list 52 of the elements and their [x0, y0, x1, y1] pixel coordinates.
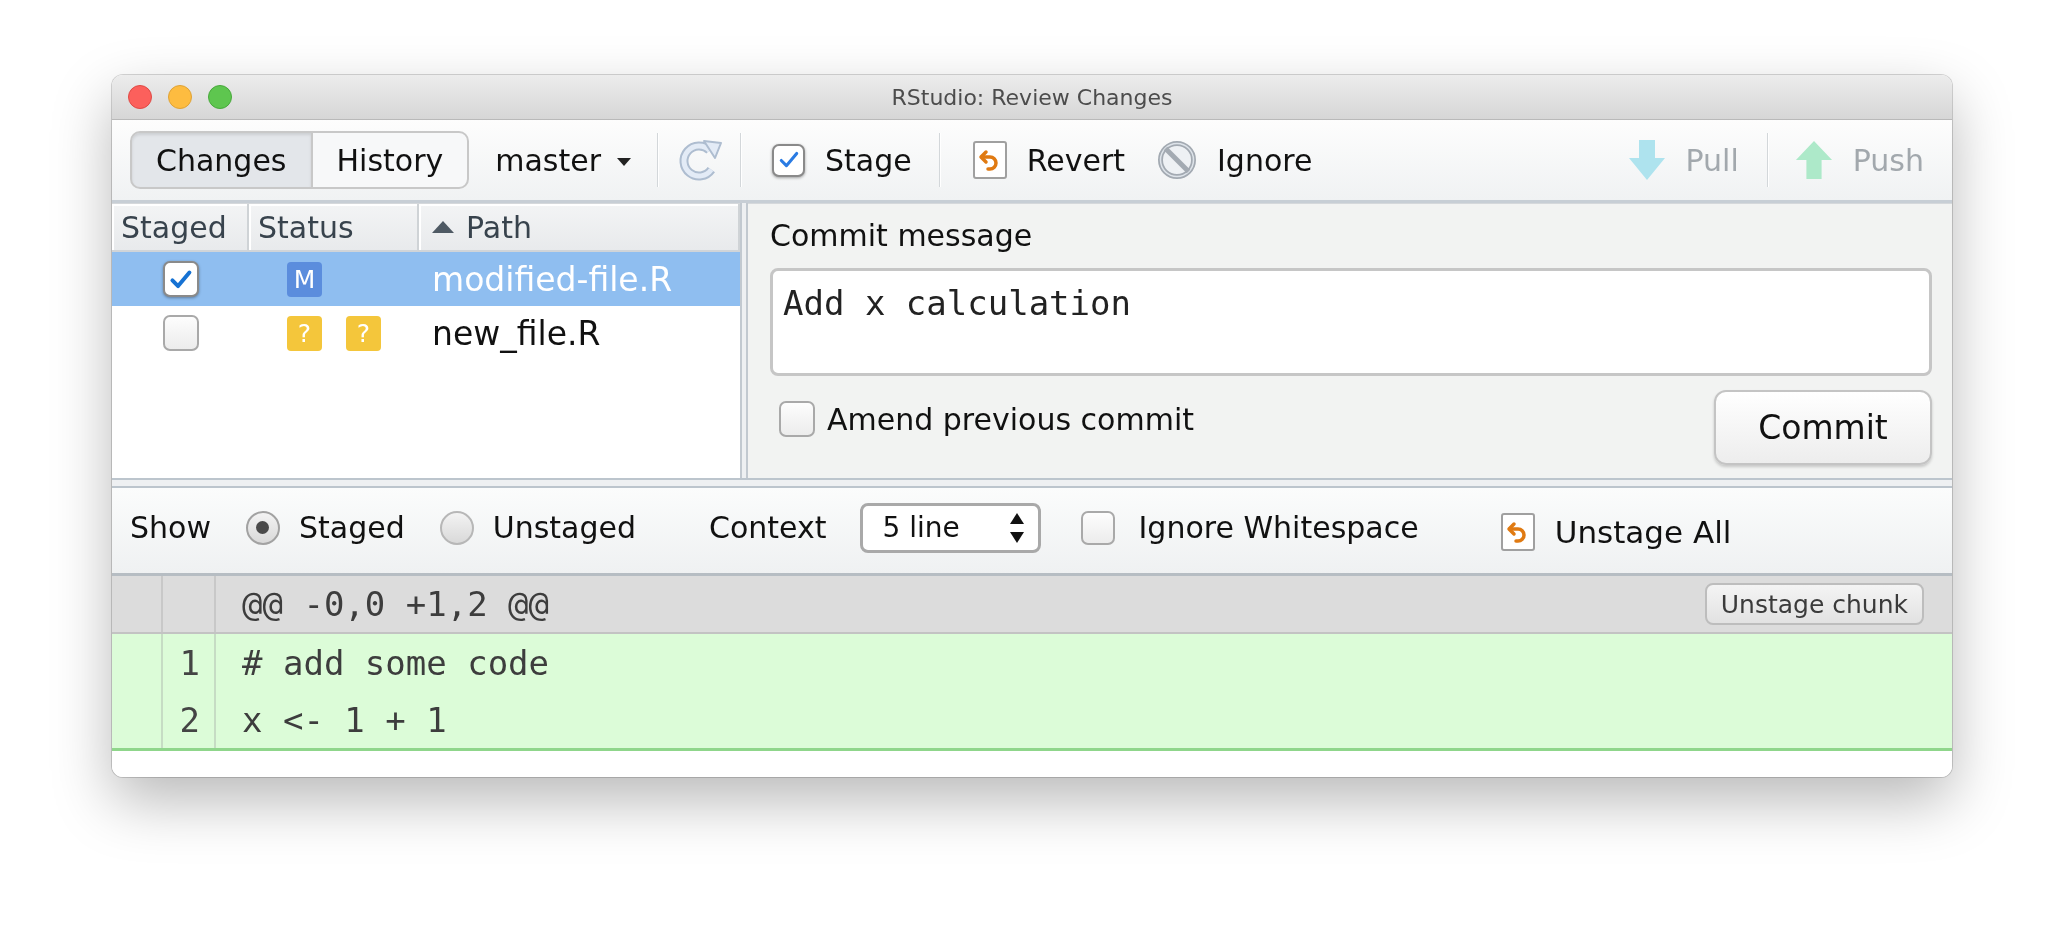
radio-label[interactable]: Staged [298, 510, 405, 545]
prohibited-icon [1157, 140, 1197, 180]
file-path: new_file.R [432, 313, 601, 353]
checkbox-label[interactable]: Ignore Whitespace [1138, 510, 1419, 545]
checkbox[interactable] [772, 143, 806, 177]
revert-button[interactable]: Revert [972, 141, 1125, 179]
status-badge: ? [346, 315, 381, 351]
unstage-chunk-button[interactable]: Unstage chunk [1704, 583, 1924, 625]
checkmark-icon [170, 270, 191, 288]
view-tab[interactable]: Changes [130, 131, 312, 189]
down-arrow-icon [1627, 139, 1666, 181]
commit-message-field[interactable]: Add x calculation [770, 268, 1932, 376]
stepper-arrows-icon [1009, 512, 1024, 543]
file-row[interactable]: ? ? new_file.R [112, 306, 740, 360]
column-header[interactable]: Status [249, 204, 419, 252]
view-tab[interactable]: History [311, 131, 470, 189]
radio-button[interactable] [439, 510, 474, 545]
checkbox[interactable] [779, 401, 815, 437]
column-header[interactable]: Staged [112, 204, 249, 252]
checkbox[interactable] [162, 315, 199, 351]
checkbox-label[interactable]: Stage [825, 142, 912, 178]
close-button[interactable] [128, 85, 152, 109]
context-label: Context [709, 510, 827, 545]
hunk-range: @@ -0,0 +1,2 @@ [242, 584, 550, 624]
column-header[interactable]: Path [419, 204, 740, 252]
radio-label[interactable]: Unstaged [492, 510, 636, 545]
up-arrow-icon [1794, 139, 1833, 181]
checkbox[interactable] [162, 261, 199, 297]
window-title: RStudio: Review Changes [891, 84, 1173, 110]
checkbox-label[interactable]: Amend previous commit [827, 401, 1194, 437]
code-text: # add some code [242, 642, 550, 683]
ignore-button[interactable]: Ignore [1157, 140, 1313, 180]
radio-button[interactable] [245, 510, 280, 545]
context-select[interactable]: 5 line [859, 502, 1041, 553]
caret-icon [617, 158, 632, 166]
show-label: Show [130, 510, 211, 545]
minimize-button[interactable] [168, 85, 192, 109]
checkmark-icon [779, 152, 798, 168]
commit-message-label: Commit message [770, 218, 1033, 254]
checkbox[interactable] [1080, 510, 1115, 545]
maximize-button[interactable] [208, 85, 232, 109]
unstage-all-button[interactable]: Unstage All [1500, 512, 1732, 551]
pane-splitter[interactable] [112, 478, 1952, 488]
code-text: x <- 1 + 1 [242, 699, 447, 740]
status-badge: M [287, 261, 322, 297]
branch-dropdown[interactable]: master [495, 142, 632, 178]
status-badge: ? [287, 315, 322, 351]
pane-splitter[interactable] [740, 203, 748, 478]
file-path: modified-file.R [432, 259, 673, 299]
commit-button[interactable]: Commit [1714, 390, 1932, 465]
line-number: 2 [179, 699, 200, 740]
line-number: 1 [179, 642, 200, 683]
